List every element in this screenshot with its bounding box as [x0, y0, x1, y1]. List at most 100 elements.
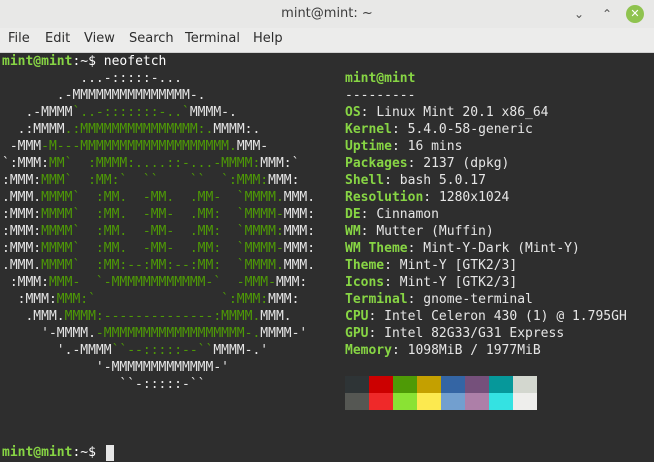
- menu-search[interactable]: Search: [129, 28, 174, 52]
- prompt-user-host: mint@mint: [2, 54, 73, 69]
- info-value: 1098MiB / 1977MiB: [407, 343, 541, 358]
- info-label: CPU: [345, 309, 369, 324]
- info-label: GPU: [345, 326, 369, 341]
- info-row: OS: Linux Mint 20.1 x86_64: [345, 104, 549, 121]
- logo-segment: `:MMM:: [2, 156, 49, 171]
- menu-bar: File Edit View Search Terminal Help: [0, 28, 654, 53]
- text-cursor: [106, 445, 114, 461]
- logo-segment: MMM` :MM:` `` `` `:MMM:: [41, 173, 269, 188]
- logo-segment: :MMM:: [2, 241, 42, 256]
- logo-segment: :MMM:: [2, 292, 57, 307]
- logo-segment: MMM:: [275, 275, 308, 290]
- info-value: Cinnamon: [376, 207, 439, 222]
- logo-line: :MMM:MMMM` :MM. -MM- .MM: `MMMM:MMM:: [2, 223, 315, 240]
- logo-segment: `..-:::::::-..`: [72, 105, 190, 120]
- info-row: Resolution: 1280x1024: [345, 189, 509, 206]
- logo-segment: MM` :MMMM:....::-...-MMMM:: [48, 156, 261, 171]
- info-value: bash 5.0.17: [399, 173, 486, 188]
- info-row: Packages: 2137 (dpkg): [345, 155, 509, 172]
- menu-edit[interactable]: Edit: [45, 28, 70, 52]
- info-row: Uptime: 16 mins: [345, 138, 462, 155]
- color-swatch: [417, 393, 441, 410]
- maximize-icon[interactable]: ⌃: [598, 5, 616, 23]
- logo-segment: MMM:: [283, 241, 316, 256]
- logo-segment: .-MMMM: [2, 105, 73, 120]
- logo-segment: MMM- `-MMMMMMMMMMMM-` -MMM-: [48, 275, 276, 290]
- logo-segment: .-MMMMMMMMMMMMMMM-.: [2, 88, 206, 103]
- logo-segment: MMM:: [268, 292, 300, 307]
- logo-line: '-MMMMMMMMMMMMM-': [2, 359, 229, 376]
- info-value: Intel Celeron 430 (1) @ 1.795GH: [384, 309, 627, 324]
- logo-segment: MMM:: [283, 207, 316, 222]
- logo-line: .-MMMMMMMMMMMMMMM-.: [2, 87, 206, 104]
- logo-segment: .MMM.: [2, 309, 65, 324]
- terminal-area[interactable]: mint@mint:~$ neofetch ...-:::::-... .-MM…: [0, 53, 654, 462]
- logo-segment: -MMM: [2, 139, 42, 154]
- color-swatch: [345, 393, 369, 410]
- close-icon[interactable]: ✕: [626, 5, 644, 23]
- logo-segment: MMMM` :MM. -MM- .MM: `MMMM:: [41, 224, 284, 239]
- info-label: Kernel: [345, 122, 392, 137]
- info-colon: :: [407, 241, 424, 256]
- logo-line: '-MMMM.-MMMMMMMMMMMMMMMMMM-.MMMM-': [2, 325, 307, 342]
- info-label: WM: [345, 224, 361, 239]
- logo-segment: MMM:: [283, 224, 316, 239]
- info-colon: :: [384, 275, 400, 290]
- info-row: WM: Mutter (Muffin): [345, 223, 494, 240]
- menu-terminal[interactable]: Terminal: [185, 28, 240, 52]
- logo-line: :MMM:MMM:` `:MMM:MMM:: [2, 291, 300, 308]
- info-label: Theme: [345, 258, 385, 273]
- menu-view[interactable]: View: [84, 28, 115, 52]
- info-separator: ---------: [345, 88, 416, 103]
- logo-segment: MMMM-.: [189, 105, 237, 120]
- menu-help[interactable]: Help: [253, 28, 283, 52]
- color-swatch: [513, 376, 537, 393]
- window-title: mint@mint: ~: [281, 6, 373, 21]
- minimize-icon[interactable]: ⌄: [570, 5, 588, 23]
- info-value: Linux Mint 20.1 x86_64: [376, 105, 549, 120]
- logo-line: .MMM.MMMM` :MM:--:MM:--:MM: `MMMM.MMM.: [2, 257, 315, 274]
- logo-segment: '-MMMM.: [2, 326, 96, 341]
- color-swatch: [489, 376, 513, 393]
- color-swatch: [465, 393, 489, 410]
- info-row: CPU: Intel Celeron 430 (1) @ 1.795GH: [345, 308, 627, 325]
- logo-segment: MMM.: [283, 190, 316, 205]
- logo-segment: MMMM:.: [213, 122, 261, 137]
- info-colon: :: [360, 224, 377, 239]
- info-row: Theme: Mint-Y [GTK2/3]: [345, 257, 517, 274]
- info-colon: :: [368, 309, 385, 324]
- info-colon: :: [423, 190, 439, 205]
- logo-segment: ``--:::::--``: [111, 343, 214, 358]
- color-swatch: [369, 376, 393, 393]
- info-colon: :: [391, 343, 408, 358]
- info-colon: :: [360, 105, 377, 120]
- logo-segment: :MMM:: [2, 224, 42, 239]
- logo-line: :MMM:MMMM` :MM. -MM- .MM: `MMMM-MMM:: [2, 206, 315, 223]
- logo-line: '.-MMMM``--:::::--``MMMM-.': [2, 342, 268, 359]
- logo-segment: MMMM` :MM. -MM- .MM: `MMMM-: [41, 207, 284, 222]
- logo-segment: ...-:::::-...: [2, 71, 183, 86]
- title-bar[interactable]: mint@mint: ~ ⌄ ⌃ ✕: [0, 0, 654, 29]
- info-row: GPU: Intel 82G33/G31 Express: [345, 325, 564, 342]
- menu-file[interactable]: File: [8, 28, 30, 52]
- logo-segment: :MMM:: [2, 275, 49, 290]
- info-colon: :: [391, 122, 408, 137]
- color-swatch: [441, 393, 465, 410]
- info-colon: :: [407, 292, 424, 307]
- logo-line: :MMM:MMM- `-MMMMMMMMMMMM-` -MMM-MMM:: [2, 274, 307, 291]
- color-swatch: [441, 376, 465, 393]
- info-colon: :: [391, 139, 408, 154]
- color-swatch: [393, 393, 417, 410]
- logo-segment: MMMM:--------------:MMMM.: [64, 309, 261, 324]
- logo-segment: '-MMMMMMMMMMMMM-': [2, 360, 229, 375]
- logo-segment: :MMM:: [2, 173, 42, 188]
- logo-segment: -MMMMMMMMMMMMMMMMMM-.: [95, 326, 261, 341]
- terminal-window: mint@mint: ~ ⌄ ⌃ ✕ File Edit View Search…: [0, 0, 654, 462]
- logo-segment: .:MMMM: [2, 122, 65, 137]
- prompt-path: :~$: [72, 54, 96, 69]
- logo-segment: -M---MMMMMMMMMMMMMMMMMMM.: [41, 139, 237, 154]
- info-label: Uptime: [345, 139, 392, 154]
- color-swatch: [393, 376, 417, 393]
- command-line: mint@mint:~$ neofetch: [2, 53, 166, 70]
- info-colon: :: [407, 156, 424, 171]
